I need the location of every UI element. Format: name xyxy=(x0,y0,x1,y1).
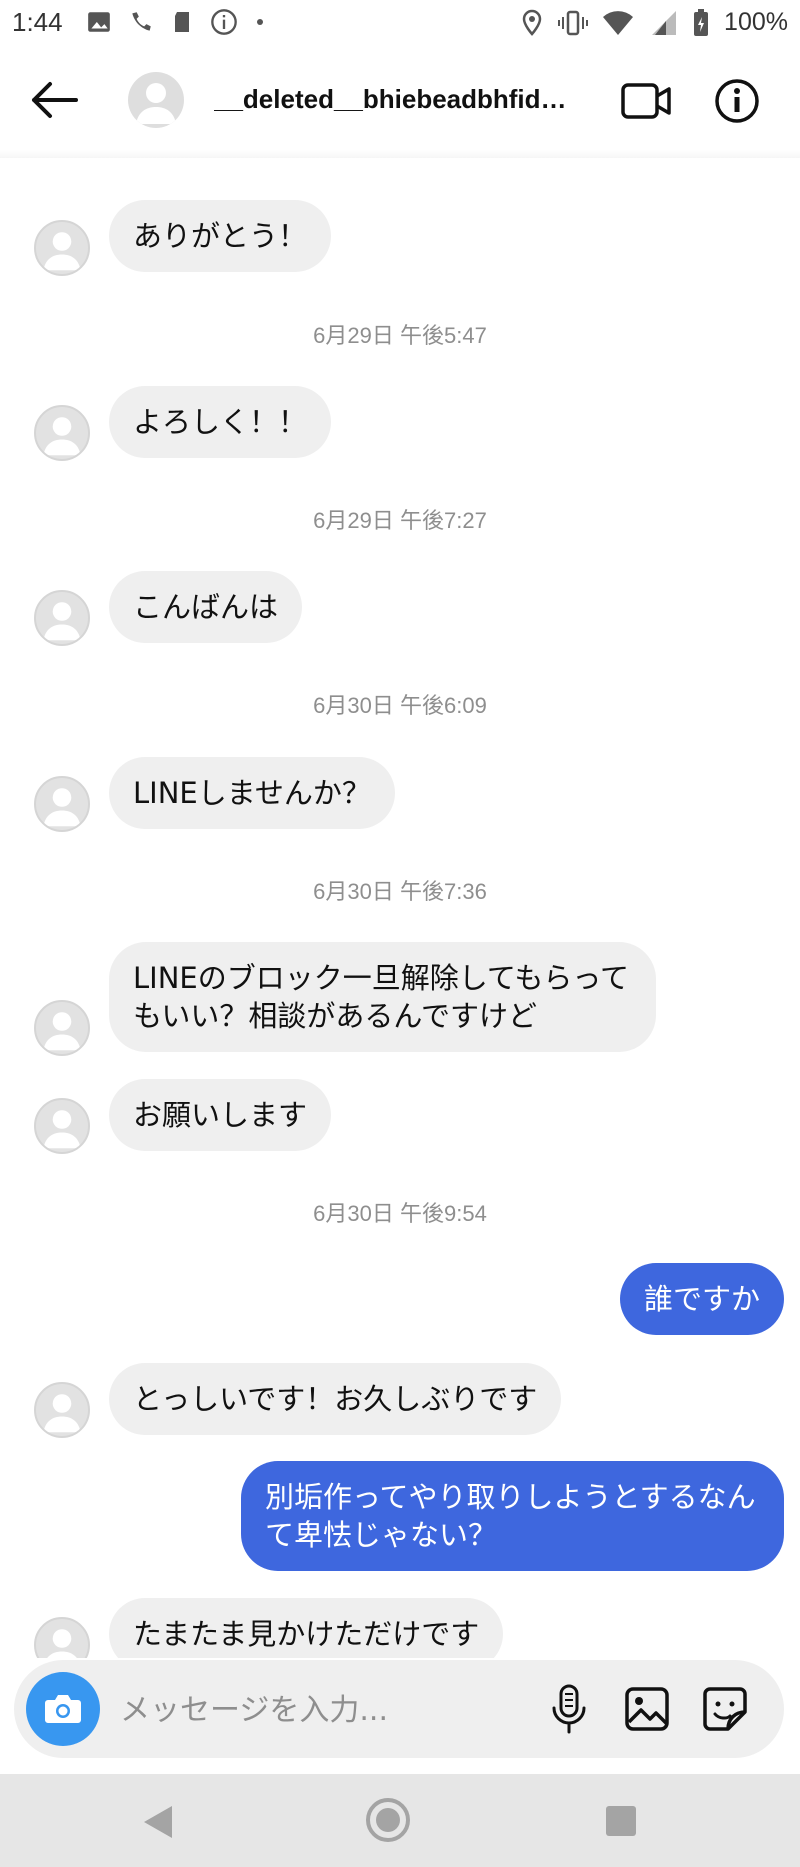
sender-avatar[interactable] xyxy=(34,590,90,646)
vibrate-icon xyxy=(558,10,589,35)
outgoing-message[interactable]: 別垢作ってやり取りしようとするなんて卑怯じゃない？ xyxy=(241,1461,784,1571)
sender-avatar[interactable] xyxy=(34,1098,90,1154)
location-icon xyxy=(522,9,542,36)
arrow-left-icon xyxy=(32,82,78,118)
default-avatar-icon xyxy=(43,602,81,641)
gallery-button[interactable] xyxy=(622,1684,672,1734)
message-timestamp: 6月30日 午後6:09 xyxy=(313,693,487,718)
incoming-message[interactable]: こんばんは xyxy=(109,571,303,643)
back-button[interactable] xyxy=(28,80,80,120)
camera-button[interactable] xyxy=(26,1672,100,1746)
default-avatar-icon xyxy=(43,788,81,827)
triangle-back-icon xyxy=(144,1806,172,1838)
incoming-message[interactable]: ありがとう！ xyxy=(109,200,332,272)
image-icon xyxy=(88,12,110,32)
chat-header: __deleted__bhiebeadbhfidb... xyxy=(0,58,800,142)
default-avatar-icon xyxy=(43,417,81,456)
battery-percent: 100% xyxy=(724,8,788,36)
default-avatar-icon xyxy=(43,1110,81,1149)
default-avatar-icon xyxy=(43,1394,81,1433)
message-input[interactable] xyxy=(118,1686,552,1734)
outgoing-message[interactable]: 誰ですか xyxy=(619,1263,784,1335)
home-circle-icon xyxy=(366,1798,410,1842)
message-timestamp: 6月30日 午後9:54 xyxy=(313,1201,487,1226)
incoming-message[interactable]: お願いします xyxy=(109,1079,332,1151)
chat-username[interactable]: __deleted__bhiebeadbhfidb... xyxy=(214,84,574,115)
nav-back-button[interactable] xyxy=(142,1804,174,1840)
message-timestamp: 6月29日 午後5:47 xyxy=(313,323,487,348)
video-call-button[interactable] xyxy=(620,80,672,122)
microphone-icon xyxy=(552,1684,586,1734)
wifi-icon xyxy=(603,10,634,35)
gallery-icon xyxy=(625,1687,669,1731)
message-timestamp: 6月29日 午後7:27 xyxy=(313,508,487,533)
call-forward-icon xyxy=(132,12,151,31)
message-composer xyxy=(14,1660,784,1758)
status-icons-right: 100% xyxy=(520,8,788,37)
video-camera-icon xyxy=(621,83,671,119)
nav-home-button[interactable] xyxy=(364,1796,412,1844)
default-avatar-icon xyxy=(136,83,176,124)
sticker-button[interactable] xyxy=(700,1684,750,1734)
incoming-message[interactable]: とっしいです！お久しぶりです xyxy=(109,1363,562,1435)
nav-recent-apps-button[interactable] xyxy=(606,1806,636,1836)
header-avatar[interactable] xyxy=(128,72,184,128)
dot-icon xyxy=(257,19,263,25)
scroll-divider xyxy=(0,150,800,158)
info-button[interactable] xyxy=(714,78,760,124)
default-avatar-icon xyxy=(43,1012,81,1051)
incoming-message[interactable]: よろしく！！ xyxy=(109,386,332,458)
camera-icon xyxy=(45,1695,81,1723)
signal-icon xyxy=(652,10,677,35)
voice-message-button[interactable] xyxy=(544,1682,594,1736)
info-icon xyxy=(715,79,759,123)
sticker-icon xyxy=(703,1687,747,1731)
message-timestamp: 6月30日 午後7:36 xyxy=(313,879,487,904)
battery-icon xyxy=(694,8,709,36)
status-icons-left xyxy=(86,8,266,36)
info-circle-icon xyxy=(211,9,237,35)
sd-card-icon xyxy=(175,12,189,32)
status-time: 1:44 xyxy=(12,7,63,37)
sender-avatar[interactable] xyxy=(34,1000,90,1056)
status-bar: 1:44 100% xyxy=(0,0,800,44)
sender-avatar[interactable] xyxy=(34,220,90,276)
sender-avatar[interactable] xyxy=(34,405,90,461)
sender-avatar[interactable] xyxy=(34,1382,90,1438)
system-navigation-bar xyxy=(0,1774,800,1867)
default-avatar-icon xyxy=(43,232,81,271)
incoming-message[interactable]: LINEしませんか？ xyxy=(109,757,395,829)
sender-avatar[interactable] xyxy=(34,776,90,832)
incoming-message[interactable]: LINEのブロック一旦解除してもらってもいい？相談があるんですけど xyxy=(109,942,656,1052)
